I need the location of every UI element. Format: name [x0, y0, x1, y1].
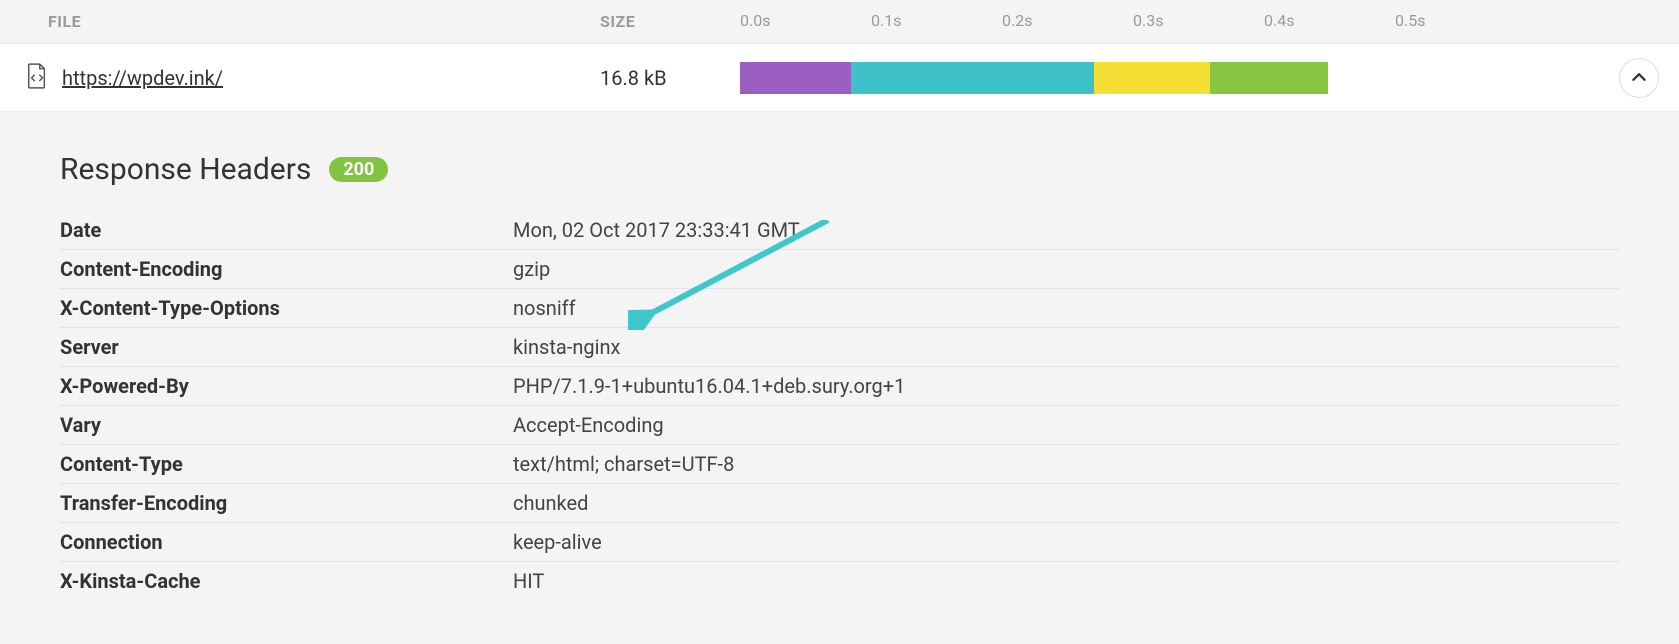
expand-toggle-button[interactable] — [1619, 58, 1659, 98]
response-headers-table: DateMon, 02 Oct 2017 23:33:41 GMTContent… — [60, 211, 1619, 600]
header-row: Serverkinsta-nginx — [60, 328, 1619, 367]
header-value: nosniff — [513, 289, 1619, 328]
response-details: Response Headers 200 DateMon, 02 Oct 201… — [0, 112, 1679, 620]
timeline-tick: 0.5s — [1395, 11, 1425, 30]
header-value: gzip — [513, 250, 1619, 289]
timing-waterfall — [740, 44, 1679, 111]
header-value: HIT — [513, 562, 1619, 601]
header-name: Date — [60, 211, 513, 250]
header-row: X-Kinsta-CacheHIT — [60, 562, 1619, 601]
chevron-up-icon — [1632, 69, 1646, 88]
header-name: X-Kinsta-Cache — [60, 562, 513, 601]
waterfall-panel: FILE SIZE 0.0s 0.1s 0.2s 0.3s 0.4s 0.5s https… — [0, 0, 1679, 620]
timing-segment — [851, 62, 1094, 94]
header-name: Content-Encoding — [60, 250, 513, 289]
timeline-tick: 0.1s — [871, 11, 901, 30]
header-value: kinsta-nginx — [513, 328, 1619, 367]
header-value: Accept-Encoding — [513, 406, 1619, 445]
timeline-tick: 0.4s — [1264, 11, 1294, 30]
column-header-file: FILE — [48, 12, 600, 31]
timeline-scale: 0.0s 0.1s 0.2s 0.3s 0.4s 0.5s — [740, 0, 1679, 43]
document-code-icon — [26, 63, 48, 93]
timing-segment — [740, 62, 851, 94]
status-badge: 200 — [329, 157, 388, 182]
header-row: Transfer-Encodingchunked — [60, 484, 1619, 523]
header-row: Content-Typetext/html; charset=UTF-8 — [60, 445, 1619, 484]
request-url[interactable]: https://wpdev.ink/ — [62, 66, 600, 90]
timing-segment — [1210, 62, 1328, 94]
header-name: X-Powered-By — [60, 367, 513, 406]
header-name: X-Content-Type-Options — [60, 289, 513, 328]
timeline-tick: 0.3s — [1133, 11, 1163, 30]
header-row: Connectionkeep-alive — [60, 523, 1619, 562]
column-header-size: SIZE — [600, 12, 740, 31]
header-row: Content-Encodinggzip — [60, 250, 1619, 289]
table-header: FILE SIZE 0.0s 0.1s 0.2s 0.3s 0.4s 0.5s — [0, 0, 1679, 44]
header-value: PHP/7.1.9-1+ubuntu16.04.1+deb.sury.org+1 — [513, 367, 1619, 406]
timeline-tick: 0.2s — [1002, 11, 1032, 30]
header-row: X-Powered-ByPHP/7.1.9-1+ubuntu16.04.1+de… — [60, 367, 1619, 406]
request-row[interactable]: https://wpdev.ink/ 16.8 kB — [0, 44, 1679, 112]
response-headers-title: Response Headers — [60, 152, 311, 187]
header-name: Server — [60, 328, 513, 367]
header-name: Transfer-Encoding — [60, 484, 513, 523]
header-value: text/html; charset=UTF-8 — [513, 445, 1619, 484]
header-value: keep-alive — [513, 523, 1619, 562]
timing-segment — [1094, 62, 1210, 94]
header-row: DateMon, 02 Oct 2017 23:33:41 GMT — [60, 211, 1619, 250]
timeline-tick: 0.0s — [740, 11, 770, 30]
header-value: Mon, 02 Oct 2017 23:33:41 GMT — [513, 211, 1619, 250]
header-row: X-Content-Type-Optionsnosniff — [60, 289, 1619, 328]
header-row: VaryAccept-Encoding — [60, 406, 1619, 445]
header-name: Content-Type — [60, 445, 513, 484]
header-value: chunked — [513, 484, 1619, 523]
header-name: Vary — [60, 406, 513, 445]
request-size: 16.8 kB — [600, 66, 740, 90]
header-name: Connection — [60, 523, 513, 562]
